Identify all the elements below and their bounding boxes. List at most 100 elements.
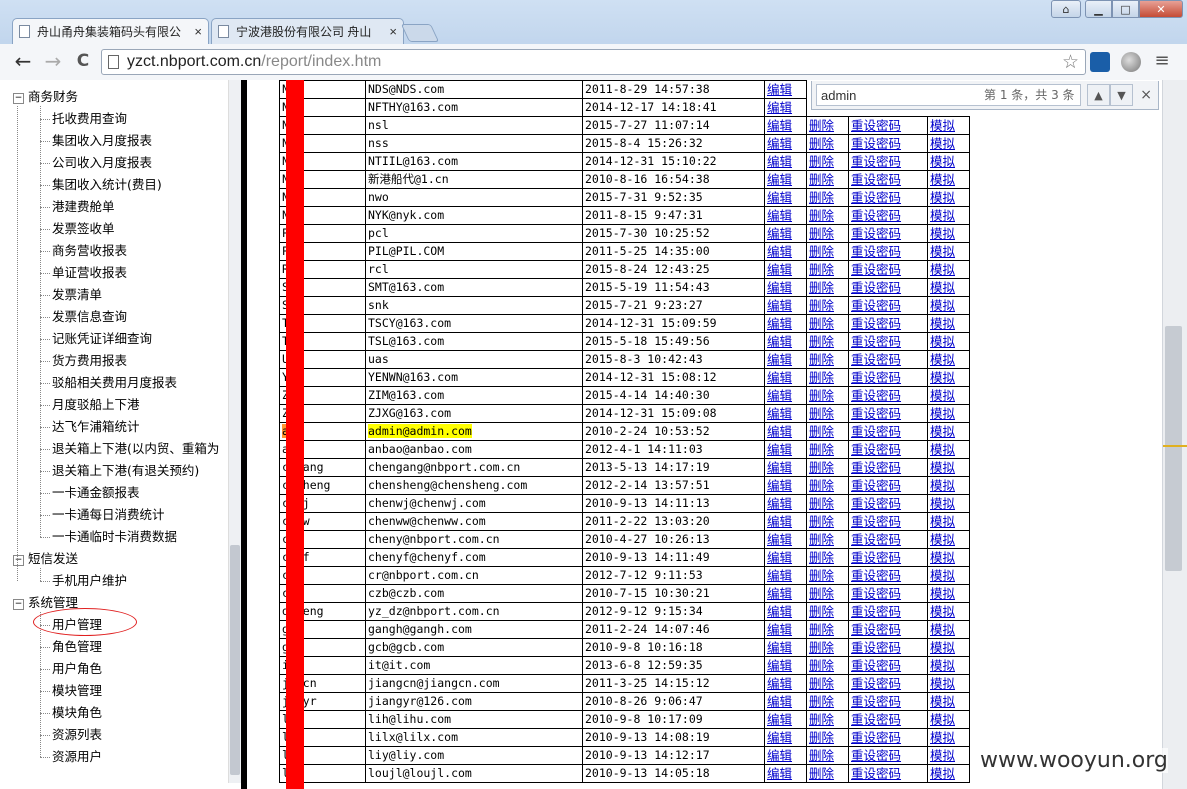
reset-password-link[interactable]: 重设密码 xyxy=(851,604,901,619)
edit-link[interactable]: 编辑 xyxy=(767,298,792,313)
tree-group-finance[interactable]: − 商务财务 xyxy=(13,88,78,106)
simulate-link[interactable]: 模拟 xyxy=(930,190,955,205)
reset-password-link[interactable]: 重设密码 xyxy=(851,640,901,655)
tree-item[interactable]: 集团收入统计(费目) xyxy=(40,176,162,194)
edit-link[interactable]: 编辑 xyxy=(767,766,792,781)
delete-link[interactable]: 删除 xyxy=(809,280,834,295)
simulate-link[interactable]: 模拟 xyxy=(930,568,955,583)
reset-password-link[interactable]: 重设密码 xyxy=(851,190,901,205)
edit-link[interactable]: 编辑 xyxy=(767,316,792,331)
simulate-link[interactable]: 模拟 xyxy=(930,352,955,367)
reset-password-link[interactable]: 重设密码 xyxy=(851,424,901,439)
simulate-link[interactable]: 模拟 xyxy=(930,262,955,277)
maximize-button[interactable]: □ xyxy=(1112,0,1139,18)
delete-link[interactable]: 删除 xyxy=(809,766,834,781)
delete-link[interactable]: 删除 xyxy=(809,586,834,601)
reset-password-link[interactable]: 重设密码 xyxy=(851,244,901,259)
delete-link[interactable]: 删除 xyxy=(809,208,834,223)
reset-password-link[interactable]: 重设密码 xyxy=(851,208,901,223)
edit-link[interactable]: 编辑 xyxy=(767,226,792,241)
tree-item[interactable]: 达飞乍浦箱统计 xyxy=(40,418,140,436)
menu-icon[interactable]: ≡ xyxy=(1151,49,1173,73)
simulate-link[interactable]: 模拟 xyxy=(930,442,955,457)
delete-link[interactable]: 删除 xyxy=(809,298,834,313)
delete-link[interactable]: 删除 xyxy=(809,604,834,619)
delete-link[interactable]: 删除 xyxy=(809,694,834,709)
reset-password-link[interactable]: 重设密码 xyxy=(851,748,901,763)
tree-item[interactable]: 一卡通金额报表 xyxy=(40,484,140,502)
reset-password-link[interactable]: 重设密码 xyxy=(851,496,901,511)
delete-link[interactable]: 删除 xyxy=(809,406,834,421)
tree-item[interactable]: 退关箱上下港(有退关预约) xyxy=(39,462,199,480)
page-scrollbar[interactable] xyxy=(1162,80,1187,789)
address-bar[interactable]: yzct.nbport.com.cn/report/index.htm ☆ xyxy=(101,49,1086,75)
simulate-link[interactable]: 模拟 xyxy=(930,532,955,547)
tree-item[interactable]: 月度驳船上下港 xyxy=(40,396,140,414)
collapse-icon[interactable]: − xyxy=(13,555,24,566)
reset-password-link[interactable]: 重设密码 xyxy=(851,118,901,133)
edit-link[interactable]: 编辑 xyxy=(767,676,792,691)
tree-item[interactable]: 退关箱上下港(以内贸、重箱为 xyxy=(39,440,219,458)
delete-link[interactable]: 删除 xyxy=(809,244,834,259)
delete-link[interactable]: 删除 xyxy=(809,496,834,511)
forward-button[interactable]: → xyxy=(42,49,64,73)
tree-item[interactable]: 角色管理 xyxy=(39,638,102,656)
delete-link[interactable]: 删除 xyxy=(809,172,834,187)
simulate-link[interactable]: 模拟 xyxy=(930,244,955,259)
tree-item[interactable]: 记账凭证详细查询 xyxy=(39,330,152,348)
edit-link[interactable]: 编辑 xyxy=(767,460,792,475)
edit-link[interactable]: 编辑 xyxy=(767,568,792,583)
reset-password-link[interactable]: 重设密码 xyxy=(851,550,901,565)
simulate-link[interactable]: 模拟 xyxy=(930,676,955,691)
edit-link[interactable]: 编辑 xyxy=(767,388,792,403)
reset-password-link[interactable]: 重设密码 xyxy=(851,316,901,331)
edit-link[interactable]: 编辑 xyxy=(767,586,792,601)
simulate-link[interactable]: 模拟 xyxy=(930,712,955,727)
delete-link[interactable]: 删除 xyxy=(809,748,834,763)
delete-link[interactable]: 删除 xyxy=(809,118,834,133)
tree-item[interactable]: 一卡通临时卡消费数据 xyxy=(39,528,177,546)
edit-link[interactable]: 编辑 xyxy=(767,370,792,385)
simulate-link[interactable]: 模拟 xyxy=(930,766,955,781)
delete-link[interactable]: 删除 xyxy=(809,622,834,637)
back-button[interactable]: ← xyxy=(12,49,34,73)
edit-link[interactable]: 编辑 xyxy=(767,244,792,259)
edit-link[interactable]: 编辑 xyxy=(767,82,792,97)
reset-password-link[interactable]: 重设密码 xyxy=(851,136,901,151)
edit-link[interactable]: 编辑 xyxy=(767,550,792,565)
reset-password-link[interactable]: 重设密码 xyxy=(851,676,901,691)
reset-password-link[interactable]: 重设密码 xyxy=(851,226,901,241)
simulate-link[interactable]: 模拟 xyxy=(930,388,955,403)
edit-link[interactable]: 编辑 xyxy=(767,442,792,457)
delete-link[interactable]: 删除 xyxy=(809,442,834,457)
close-window-button[interactable]: ✕ xyxy=(1139,0,1183,18)
page-scroll-thumb[interactable] xyxy=(1165,326,1182,571)
edit-link[interactable]: 编辑 xyxy=(767,694,792,709)
edit-link[interactable]: 编辑 xyxy=(767,712,792,727)
simulate-link[interactable]: 模拟 xyxy=(930,172,955,187)
reset-password-link[interactable]: 重设密码 xyxy=(851,370,901,385)
delete-link[interactable]: 删除 xyxy=(809,676,834,691)
reset-password-link[interactable]: 重设密码 xyxy=(851,478,901,493)
tree-item[interactable]: 托收费用查询 xyxy=(39,110,127,128)
delete-link[interactable]: 删除 xyxy=(809,316,834,331)
simulate-link[interactable]: 模拟 xyxy=(930,118,955,133)
delete-link[interactable]: 删除 xyxy=(809,514,834,529)
reset-password-link[interactable]: 重设密码 xyxy=(851,280,901,295)
delete-link[interactable]: 删除 xyxy=(809,478,834,493)
tree-item[interactable]: 资源列表 xyxy=(39,726,102,744)
simulate-link[interactable]: 模拟 xyxy=(930,226,955,241)
edit-link[interactable]: 编辑 xyxy=(767,100,792,115)
simulate-link[interactable]: 模拟 xyxy=(930,730,955,745)
delete-link[interactable]: 删除 xyxy=(809,388,834,403)
delete-link[interactable]: 删除 xyxy=(809,136,834,151)
delete-link[interactable]: 删除 xyxy=(809,334,834,349)
simulate-link[interactable]: 模拟 xyxy=(930,460,955,475)
tree-item[interactable]: 资源用户 xyxy=(39,748,102,766)
tree-item[interactable]: 驳船相关费用月度报表 xyxy=(39,374,177,392)
edit-link[interactable]: 编辑 xyxy=(767,208,792,223)
find-next-button[interactable]: ▼ xyxy=(1110,84,1133,106)
delete-link[interactable]: 删除 xyxy=(809,226,834,241)
delete-link[interactable]: 删除 xyxy=(809,712,834,727)
edit-link[interactable]: 编辑 xyxy=(767,604,792,619)
